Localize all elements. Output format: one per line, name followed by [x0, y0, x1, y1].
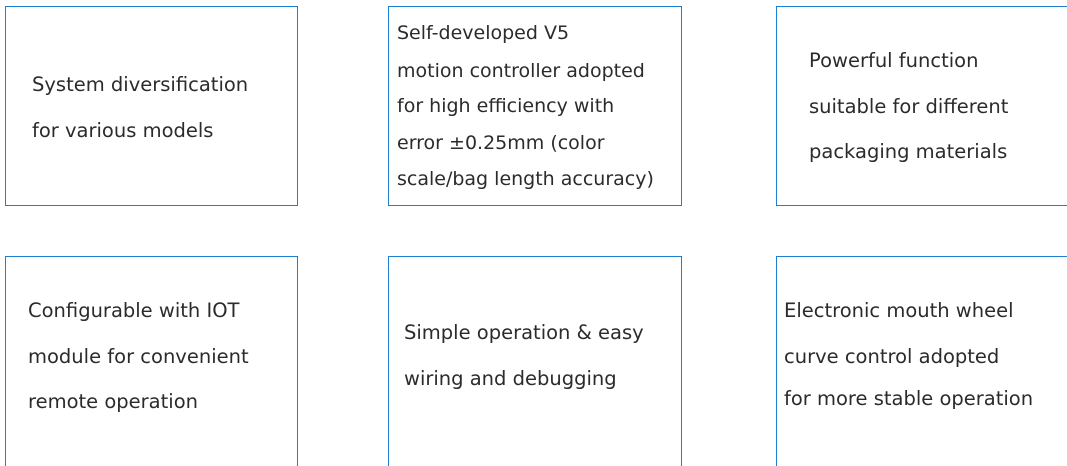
- feature-text-line: Electronic mouth wheel: [784, 299, 1014, 322]
- feature-text-line: suitable for different: [809, 95, 1009, 118]
- feature-text-line: scale/bag length accuracy): [397, 168, 654, 190]
- feature-text-line: Simple operation & easy: [404, 321, 644, 344]
- feature-card-motion-controller: Self-developed V5 motion controller adop…: [388, 6, 682, 206]
- feature-card-system-diversification: System diversification for various model…: [5, 6, 298, 206]
- feature-text-line: motion controller adopted: [397, 60, 645, 82]
- feature-text-line: wiring and debugging: [404, 367, 617, 390]
- feature-text-line: error ±0.25mm (color: [397, 132, 605, 154]
- feature-text-line: for high efficiency with: [397, 95, 615, 117]
- feature-text-line: System diversification: [32, 73, 249, 96]
- feature-card-electronic-mouth-wheel: Electronic mouth wheel curve control ado…: [776, 256, 1067, 466]
- feature-text-line: Self-developed V5: [397, 22, 570, 44]
- feature-text-line: packaging materials: [809, 140, 1008, 163]
- feature-text-line: module for convenient: [28, 345, 249, 368]
- feature-text-line: remote operation: [28, 390, 198, 413]
- feature-card-simple-operation: Simple operation & easy wiring and debug…: [388, 256, 682, 466]
- feature-text-line: curve control adopted: [784, 345, 1000, 368]
- feature-text-line: Powerful function: [809, 49, 979, 72]
- feature-card-iot-module: Configurable with IOT module for conveni…: [5, 256, 298, 466]
- feature-card-powerful-function: Powerful function suitable for different…: [776, 6, 1067, 206]
- feature-text-line: for various models: [32, 119, 214, 142]
- feature-text-line: Configurable with IOT: [28, 299, 240, 322]
- feature-text-line: for more stable operation: [784, 387, 1034, 410]
